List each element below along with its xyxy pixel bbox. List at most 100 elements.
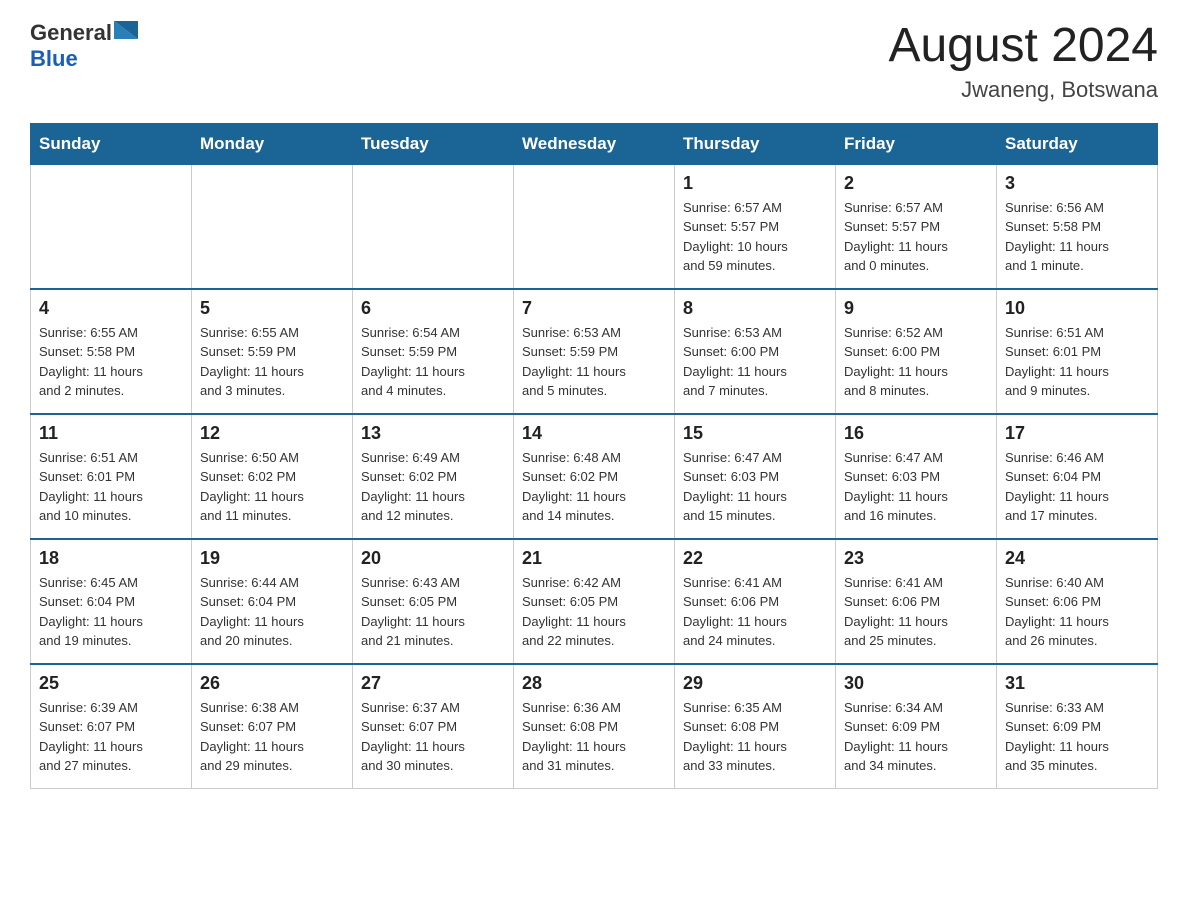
day-number: 5: [200, 298, 344, 319]
day-info: Sunrise: 6:41 AM Sunset: 6:06 PM Dayligh…: [844, 573, 988, 651]
day-info: Sunrise: 6:48 AM Sunset: 6:02 PM Dayligh…: [522, 448, 666, 526]
month-title: August 2024: [888, 20, 1158, 73]
calendar-cell: 22 Sunrise: 6:41 AM Sunset: 6:06 PM Dayli…: [675, 539, 836, 664]
day-number: 12: [200, 423, 344, 444]
day-info: Sunrise: 6:38 AM Sunset: 6:07 PM Dayligh…: [200, 698, 344, 776]
day-info: Sunrise: 6:46 AM Sunset: 6:04 PM Dayligh…: [1005, 448, 1149, 526]
day-number: 23: [844, 548, 988, 569]
calendar-cell: 12 Sunrise: 6:50 AM Sunset: 6:02 PM Dayli…: [192, 414, 353, 539]
day-info: Sunrise: 6:40 AM Sunset: 6:06 PM Dayligh…: [1005, 573, 1149, 651]
day-number: 3: [1005, 173, 1149, 194]
day-number: 18: [39, 548, 183, 569]
day-number: 11: [39, 423, 183, 444]
day-info: Sunrise: 6:36 AM Sunset: 6:08 PM Dayligh…: [522, 698, 666, 776]
calendar-cell: [31, 164, 192, 289]
calendar-cell: 4Sunrise: 6:55 AM Sunset: 5:58 PM Daylig…: [31, 289, 192, 414]
day-number: 6: [361, 298, 505, 319]
location-text: Jwaneng, Botswana: [888, 77, 1158, 103]
day-info: Sunrise: 6:44 AM Sunset: 6:04 PM Dayligh…: [200, 573, 344, 651]
day-number: 19: [200, 548, 344, 569]
calendar-cell: [514, 164, 675, 289]
calendar-cell: 1Sunrise: 6:57 AM Sunset: 5:57 PM Daylig…: [675, 164, 836, 289]
calendar-cell: 15Sunrise: 6:47 AM Sunset: 6:03 PM Dayli…: [675, 414, 836, 539]
day-number: 26: [200, 673, 344, 694]
calendar-cell: 23 Sunrise: 6:41 AM Sunset: 6:06 PM Dayli…: [836, 539, 997, 664]
day-number: 9: [844, 298, 988, 319]
calendar-cell: 7Sunrise: 6:53 AM Sunset: 5:59 PM Daylig…: [514, 289, 675, 414]
calendar-cell: 14 Sunrise: 6:48 AM Sunset: 6:02 PM Dayli…: [514, 414, 675, 539]
day-info: Sunrise: 6:49 AM Sunset: 6:02 PM Dayligh…: [361, 448, 505, 526]
week-row-5: 25 Sunrise: 6:39 AM Sunset: 6:07 PM Dayli…: [31, 664, 1158, 789]
calendar-cell: 19 Sunrise: 6:44 AM Sunset: 6:04 PM Dayli…: [192, 539, 353, 664]
calendar-body: 1Sunrise: 6:57 AM Sunset: 5:57 PM Daylig…: [31, 164, 1158, 788]
day-number: 22: [683, 548, 827, 569]
day-info: Sunrise: 6:39 AM Sunset: 6:07 PM Dayligh…: [39, 698, 183, 776]
header-day-thursday: Thursday: [675, 123, 836, 164]
day-info: Sunrise: 6:37 AM Sunset: 6:07 PM Dayligh…: [361, 698, 505, 776]
header-day-friday: Friday: [836, 123, 997, 164]
day-number: 8: [683, 298, 827, 319]
calendar-cell: 10 Sunrise: 6:51 AM Sunset: 6:01 PM Dayli…: [997, 289, 1158, 414]
header-day-sunday: Sunday: [31, 123, 192, 164]
day-info: Sunrise: 6:47 AM Sunset: 6:03 PM Dayligh…: [844, 448, 988, 526]
calendar-cell: 6 Sunrise: 6:54 AM Sunset: 5:59 PM Daylig…: [353, 289, 514, 414]
day-info: Sunrise: 6:41 AM Sunset: 6:06 PM Dayligh…: [683, 573, 827, 651]
calendar-cell: 21 Sunrise: 6:42 AM Sunset: 6:05 PM Dayli…: [514, 539, 675, 664]
day-info: Sunrise: 6:33 AM Sunset: 6:09 PM Dayligh…: [1005, 698, 1149, 776]
day-info: Sunrise: 6:53 AM Sunset: 5:59 PM Dayligh…: [522, 323, 666, 401]
day-number: 28: [522, 673, 666, 694]
calendar-cell: 8 Sunrise: 6:53 AM Sunset: 6:00 PM Daylig…: [675, 289, 836, 414]
calendar-cell: [192, 164, 353, 289]
day-info: Sunrise: 6:57 AM Sunset: 5:57 PM Dayligh…: [683, 198, 827, 276]
week-row-2: 4Sunrise: 6:55 AM Sunset: 5:58 PM Daylig…: [31, 289, 1158, 414]
header-day-tuesday: Tuesday: [353, 123, 514, 164]
day-info: Sunrise: 6:34 AM Sunset: 6:09 PM Dayligh…: [844, 698, 988, 776]
day-info: Sunrise: 6:51 AM Sunset: 6:01 PM Dayligh…: [39, 448, 183, 526]
day-info: Sunrise: 6:50 AM Sunset: 6:02 PM Dayligh…: [200, 448, 344, 526]
day-number: 21: [522, 548, 666, 569]
week-row-4: 18 Sunrise: 6:45 AM Sunset: 6:04 PM Dayli…: [31, 539, 1158, 664]
week-row-1: 1Sunrise: 6:57 AM Sunset: 5:57 PM Daylig…: [31, 164, 1158, 289]
day-info: Sunrise: 6:54 AM Sunset: 5:59 PM Dayligh…: [361, 323, 505, 401]
calendar-cell: 31 Sunrise: 6:33 AM Sunset: 6:09 PM Dayli…: [997, 664, 1158, 789]
day-number: 10: [1005, 298, 1149, 319]
logo-general-text: General: [30, 20, 112, 46]
day-info: Sunrise: 6:51 AM Sunset: 6:01 PM Dayligh…: [1005, 323, 1149, 401]
calendar-cell: 13Sunrise: 6:49 AM Sunset: 6:02 PM Dayli…: [353, 414, 514, 539]
day-number: 17: [1005, 423, 1149, 444]
header-day-saturday: Saturday: [997, 123, 1158, 164]
calendar-cell: 24 Sunrise: 6:40 AM Sunset: 6:06 PM Dayli…: [997, 539, 1158, 664]
calendar-cell: 11 Sunrise: 6:51 AM Sunset: 6:01 PM Dayli…: [31, 414, 192, 539]
day-number: 2: [844, 173, 988, 194]
logo-icon: [114, 21, 138, 45]
calendar-cell: 17 Sunrise: 6:46 AM Sunset: 6:04 PM Dayli…: [997, 414, 1158, 539]
day-info: Sunrise: 6:57 AM Sunset: 5:57 PM Dayligh…: [844, 198, 988, 276]
day-info: Sunrise: 6:35 AM Sunset: 6:08 PM Dayligh…: [683, 698, 827, 776]
calendar-cell: 9 Sunrise: 6:52 AM Sunset: 6:00 PM Daylig…: [836, 289, 997, 414]
day-number: 25: [39, 673, 183, 694]
day-info: Sunrise: 6:45 AM Sunset: 6:04 PM Dayligh…: [39, 573, 183, 651]
day-number: 31: [1005, 673, 1149, 694]
day-number: 4: [39, 298, 183, 319]
header-day-wednesday: Wednesday: [514, 123, 675, 164]
day-info: Sunrise: 6:42 AM Sunset: 6:05 PM Dayligh…: [522, 573, 666, 651]
calendar-cell: [353, 164, 514, 289]
day-info: Sunrise: 6:43 AM Sunset: 6:05 PM Dayligh…: [361, 573, 505, 651]
day-info: Sunrise: 6:52 AM Sunset: 6:00 PM Dayligh…: [844, 323, 988, 401]
calendar-cell: 3Sunrise: 6:56 AM Sunset: 5:58 PM Daylig…: [997, 164, 1158, 289]
header-day-monday: Monday: [192, 123, 353, 164]
calendar-cell: 30 Sunrise: 6:34 AM Sunset: 6:09 PM Dayli…: [836, 664, 997, 789]
day-number: 14: [522, 423, 666, 444]
day-info: Sunrise: 6:53 AM Sunset: 6:00 PM Dayligh…: [683, 323, 827, 401]
day-number: 15: [683, 423, 827, 444]
calendar-cell: 18 Sunrise: 6:45 AM Sunset: 6:04 PM Dayli…: [31, 539, 192, 664]
calendar-cell: 20Sunrise: 6:43 AM Sunset: 6:05 PM Dayli…: [353, 539, 514, 664]
day-number: 24: [1005, 548, 1149, 569]
day-number: 30: [844, 673, 988, 694]
calendar-header: SundayMondayTuesdayWednesdayThursdayFrid…: [31, 123, 1158, 164]
day-number: 29: [683, 673, 827, 694]
day-info: Sunrise: 6:55 AM Sunset: 5:59 PM Dayligh…: [200, 323, 344, 401]
calendar-cell: 27Sunrise: 6:37 AM Sunset: 6:07 PM Dayli…: [353, 664, 514, 789]
calendar-table: SundayMondayTuesdayWednesdayThursdayFrid…: [30, 123, 1158, 789]
calendar-cell: 5 Sunrise: 6:55 AM Sunset: 5:59 PM Daylig…: [192, 289, 353, 414]
